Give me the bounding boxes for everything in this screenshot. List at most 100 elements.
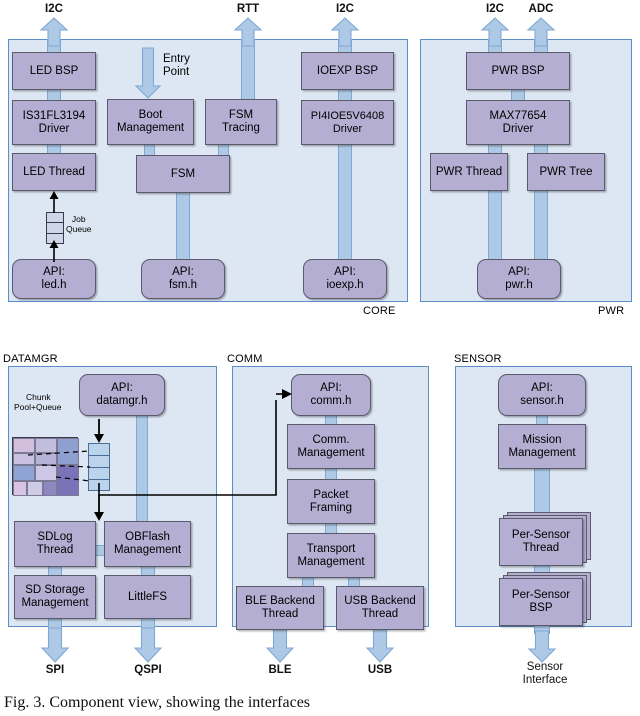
block-label: PWR Tree bbox=[539, 165, 593, 178]
block-per-sensor-bsp-stack[interactable]: Per-Sensor BSP bbox=[499, 572, 591, 626]
job-queue-label: Job Queue bbox=[66, 214, 92, 234]
block-fsm-tracing[interactable]: FSM Tracing bbox=[205, 99, 277, 145]
io-label-pwr-i2c: I2C bbox=[486, 3, 504, 15]
connector-fsm-to-api bbox=[176, 192, 190, 260]
block-api-datamgr-h[interactable]: API: datamgr.h bbox=[79, 374, 165, 416]
block-label: BLE Backend Thread bbox=[245, 595, 315, 620]
block-label: PWR BSP bbox=[491, 64, 545, 77]
connector-fsm-tracing-to-rtt bbox=[241, 39, 255, 100]
io-label-pwr-adc: ADC bbox=[528, 3, 554, 15]
block-api-fsm-h[interactable]: API: fsm.h bbox=[141, 259, 225, 299]
io-arrow-usb bbox=[365, 628, 395, 663]
figure-caption: Fig. 3. Component view, showing the inte… bbox=[4, 694, 311, 711]
block-fsm[interactable]: FSM bbox=[136, 155, 230, 193]
io-label-ble: BLE bbox=[268, 664, 292, 676]
block-api-pwr-h[interactable]: API: pwr.h bbox=[477, 259, 561, 299]
block-label: Transport Management bbox=[297, 542, 365, 568]
block-per-sensor-thread-stack[interactable]: Per-Sensor Thread bbox=[499, 512, 591, 566]
block-label: FSM Tracing bbox=[222, 109, 260, 134]
block-label: LittleFS bbox=[128, 590, 167, 603]
block-label: USB Backend Thread bbox=[344, 595, 416, 620]
block-is31fl3194-driver[interactable]: IS31FL3194 Driver bbox=[12, 100, 96, 145]
io-arrow-pwr-adc bbox=[526, 17, 556, 47]
block-label: SD Storage Management bbox=[21, 584, 89, 609]
block-label: API: datamgr.h bbox=[96, 382, 148, 407]
arrow-queue-to-led-thread bbox=[44, 191, 64, 213]
block-label: API: fsm.h bbox=[168, 266, 198, 291]
block-pwr-thread[interactable]: PWR Thread bbox=[430, 153, 508, 191]
block-ioexp-bsp[interactable]: IOEXP BSP bbox=[301, 52, 394, 90]
arrow-api-to-queue bbox=[44, 240, 64, 262]
block-sd-storage-management[interactable]: SD Storage Management bbox=[14, 575, 96, 619]
block-transport-management[interactable]: Transport Management bbox=[287, 533, 375, 578]
block-ble-backend-thread[interactable]: BLE Backend Thread bbox=[236, 586, 324, 630]
io-arrow-qspi bbox=[133, 627, 163, 663]
io-label-qspi: QSPI bbox=[134, 664, 162, 676]
connector-ioexp-driver-to-api bbox=[338, 144, 352, 260]
io-arrow-pwr-i2c bbox=[480, 17, 510, 47]
io-label-rtt: RTT bbox=[236, 3, 260, 15]
group-label-core: CORE bbox=[363, 305, 396, 317]
block-led-bsp[interactable]: LED BSP bbox=[12, 52, 96, 90]
io-label-usb: USB bbox=[367, 664, 393, 676]
route-datamgr-to-comm-api bbox=[98, 400, 298, 569]
io-label-i2c-led: I2C bbox=[45, 3, 63, 15]
block-label: LED Thread bbox=[23, 165, 85, 178]
block-label: PI4IOE5V6408 Driver bbox=[310, 110, 385, 135]
block-label: LED BSP bbox=[29, 64, 79, 77]
block-pi4ioe5v6408-driver[interactable]: PI4IOE5V6408 Driver bbox=[301, 100, 394, 145]
block-littlefs[interactable]: LittleFS bbox=[104, 575, 191, 619]
io-arrow-ble bbox=[265, 628, 295, 663]
block-label: IS31FL3194 Driver bbox=[22, 109, 86, 135]
block-api-led-h[interactable]: API: led.h bbox=[12, 259, 96, 299]
io-arrow-rtt bbox=[233, 17, 263, 47]
block-max77654-driver[interactable]: MAX77654 Driver bbox=[466, 100, 570, 145]
block-label: Per-Sensor Thread bbox=[511, 529, 571, 554]
block-label: Mission Management bbox=[508, 433, 576, 459]
io-arrow-spi bbox=[40, 627, 70, 663]
block-label: IOEXP BSP bbox=[316, 64, 379, 77]
io-arrow-sensor-interface bbox=[527, 630, 557, 663]
group-label-pwr: PWR bbox=[598, 305, 625, 317]
io-label-i2c-ioexp: I2C bbox=[336, 3, 354, 15]
block-label: FSM bbox=[170, 167, 196, 180]
block-label: PWR Thread bbox=[435, 165, 503, 178]
group-label-comm: COMM bbox=[227, 353, 263, 365]
arrow-api-into-chunk-queue bbox=[89, 419, 109, 443]
block-label: Boot Management bbox=[116, 109, 185, 134]
block-label: API: pwr.h bbox=[505, 266, 533, 291]
arrowhead-into-comm-api bbox=[276, 386, 296, 402]
group-label-datamgr: DATAMGR bbox=[3, 353, 58, 365]
block-packet-framing[interactable]: Packet Framing bbox=[287, 479, 375, 524]
figure-canvas: CORE I2C RTT I2C LED BSP IS31FL3194 Driv… bbox=[0, 0, 640, 716]
entry-point-label: Entry Point bbox=[163, 53, 190, 78]
block-api-sensor-h[interactable]: API: sensor.h bbox=[498, 374, 586, 416]
io-arrow-i2c-ioexp bbox=[330, 17, 360, 47]
block-label: API: led.h bbox=[41, 266, 67, 291]
block-label: SDLog Thread bbox=[36, 531, 74, 556]
block-label: Comm. Management bbox=[297, 433, 365, 459]
io-arrow-i2c-led bbox=[39, 17, 69, 47]
block-sdlog-thread[interactable]: SDLog Thread bbox=[14, 521, 96, 567]
block-pwr-bsp[interactable]: PWR BSP bbox=[466, 52, 570, 90]
block-label: Per-Sensor BSP bbox=[511, 589, 571, 614]
block-label: API: comm.h bbox=[310, 382, 352, 407]
block-led-thread[interactable]: LED Thread bbox=[12, 153, 96, 191]
block-boot-management[interactable]: Boot Management bbox=[107, 99, 194, 145]
block-label: API: ioexp.h bbox=[326, 266, 364, 291]
block-label: API: sensor.h bbox=[520, 382, 564, 407]
group-label-sensor: SENSOR bbox=[454, 353, 502, 365]
block-label: MAX77654 Driver bbox=[489, 109, 547, 135]
block-api-comm-h[interactable]: API: comm.h bbox=[291, 374, 371, 416]
chunk-pool-label: Chunk Pool+Queue bbox=[14, 392, 62, 412]
block-comm-management[interactable]: Comm. Management bbox=[287, 424, 375, 469]
entry-point-arrow bbox=[134, 47, 162, 99]
io-label-sensor-interface: Sensor Interface bbox=[522, 661, 568, 686]
block-label: Packet Framing bbox=[309, 488, 353, 514]
block-api-ioexp-h[interactable]: API: ioexp.h bbox=[303, 259, 387, 299]
block-usb-backend-thread[interactable]: USB Backend Thread bbox=[336, 586, 424, 630]
chunk-mapping-dashes bbox=[12, 437, 112, 499]
io-label-spi: SPI bbox=[45, 664, 65, 676]
block-pwr-tree[interactable]: PWR Tree bbox=[527, 153, 605, 191]
block-mission-management[interactable]: Mission Management bbox=[498, 424, 586, 469]
